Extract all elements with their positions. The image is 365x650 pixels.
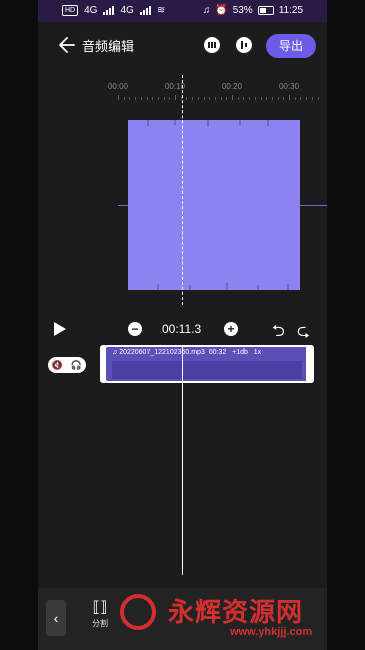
ruler-tick (186, 97, 188, 100)
redo-icon[interactable]: ⮎ (297, 320, 310, 347)
equalizer-icon[interactable] (204, 37, 220, 53)
ruler-tick (123, 97, 125, 100)
ruler-tick (271, 97, 273, 100)
ruler-tick (135, 97, 137, 100)
waveform (128, 120, 300, 290)
split-icon: ⟦⟧ (92, 599, 108, 616)
network-type-2: 4G (120, 5, 134, 16)
split-tool[interactable]: ⟦⟧ 分割 (80, 598, 120, 629)
left-letterbox (0, 0, 38, 650)
ruler-tick (203, 97, 205, 100)
ruler-tick (306, 97, 308, 100)
collapse-toolbar-button[interactable]: ‹ (46, 600, 66, 636)
ruler-tick (157, 97, 159, 100)
battery-icon (257, 6, 274, 15)
ruler-tick (209, 97, 211, 100)
ruler-tick (289, 95, 290, 100)
ruler-tick (249, 97, 251, 100)
zoom-out-button[interactable]: − (128, 322, 142, 336)
ruler-tick (311, 97, 313, 100)
alarm-icon: ⏰ (215, 5, 228, 16)
ruler-label: 00:30 (278, 82, 300, 91)
hd-badge: HD (62, 5, 79, 16)
ruler-tick (317, 97, 319, 100)
split-label: 分割 (92, 619, 108, 628)
ruler-tick (283, 97, 285, 100)
playhead-line (182, 345, 183, 575)
zoom-in-button[interactable]: + (224, 322, 238, 336)
audio-effect-icon[interactable] (236, 37, 252, 53)
ruler-tick (152, 97, 154, 100)
ruler-tick (192, 97, 194, 100)
audio-editor-screen: HD 4G 4G ≋ ♫ ⏰ 53% 11:25 音频编辑 导出 00:00 0… (38, 0, 327, 650)
battery-percent: 53% (232, 5, 253, 16)
track-waveform (112, 361, 302, 379)
headphone-icon[interactable]: 🎧 (71, 360, 82, 371)
play-icon[interactable] (54, 322, 66, 336)
ruler-label: 00:00 (107, 82, 129, 91)
ruler-tick (169, 97, 171, 100)
ruler-tick (294, 97, 296, 100)
back-arrow-icon[interactable] (56, 34, 78, 56)
bottom-toolbar: ‹ ⟦⟧ 分割 (38, 588, 327, 650)
network-type-1: 4G (84, 5, 98, 16)
page-title: 音频编辑 (82, 39, 135, 54)
ruler-tick (243, 97, 245, 100)
ruler-tick (260, 97, 262, 100)
ruler-tick (266, 97, 268, 100)
ruler-tick (254, 97, 256, 100)
ruler-tick (220, 97, 222, 100)
track-gain: +1db (232, 349, 248, 356)
current-time: 00:11.3 (162, 322, 202, 336)
ruler-tick (129, 97, 131, 100)
ruler-tick (226, 97, 228, 100)
right-letterbox (327, 0, 365, 650)
track-speed: 1x (253, 349, 262, 356)
mute-icon[interactable]: 🔇 (52, 360, 63, 371)
playhead-dashed-line (182, 75, 183, 305)
export-button[interactable]: 导出 (266, 34, 316, 58)
signal-icon-2 (139, 6, 151, 15)
ruler-tick (300, 97, 302, 100)
track-filename: 20220607_122102360.mp3 (119, 349, 205, 356)
ruler-tick (163, 97, 165, 100)
clock: 11:25 (278, 5, 303, 16)
ruler-tick (237, 97, 239, 100)
track-info: ♫ 20220607_122102360.mp3 00:32 +1db 1x (112, 349, 261, 356)
headphones-icon: ♫ (202, 5, 211, 16)
track-right-handle[interactable] (306, 345, 314, 383)
ruler-tick (232, 95, 233, 100)
ruler-tick (175, 95, 176, 100)
top-bar: 音频编辑 导出 (38, 30, 327, 62)
ruler-tick (140, 97, 142, 100)
track-mute-toggle: 🔇 🎧 (48, 357, 86, 373)
ruler-tick (214, 97, 216, 100)
signal-icon (103, 6, 115, 15)
music-note-icon: ♫ (112, 349, 118, 356)
ruler-tick (277, 97, 279, 100)
wifi-icon: ≋ (156, 5, 166, 16)
playback-controls: − 00:11.3 + ⮌ ⮎ (38, 318, 327, 342)
ruler-tick (197, 97, 199, 100)
ruler-tick (146, 97, 148, 100)
status-bar: HD 4G 4G ≋ ♫ ⏰ 53% 11:25 (38, 0, 327, 22)
ruler-tick (118, 95, 119, 100)
undo-icon[interactable]: ⮌ (272, 320, 285, 347)
audio-track-clip[interactable]: ♫ 20220607_122102360.mp3 00:32 +1db 1x (104, 345, 314, 383)
ruler-label: 00:20 (221, 82, 243, 91)
track-duration: 00:32 (208, 349, 227, 356)
